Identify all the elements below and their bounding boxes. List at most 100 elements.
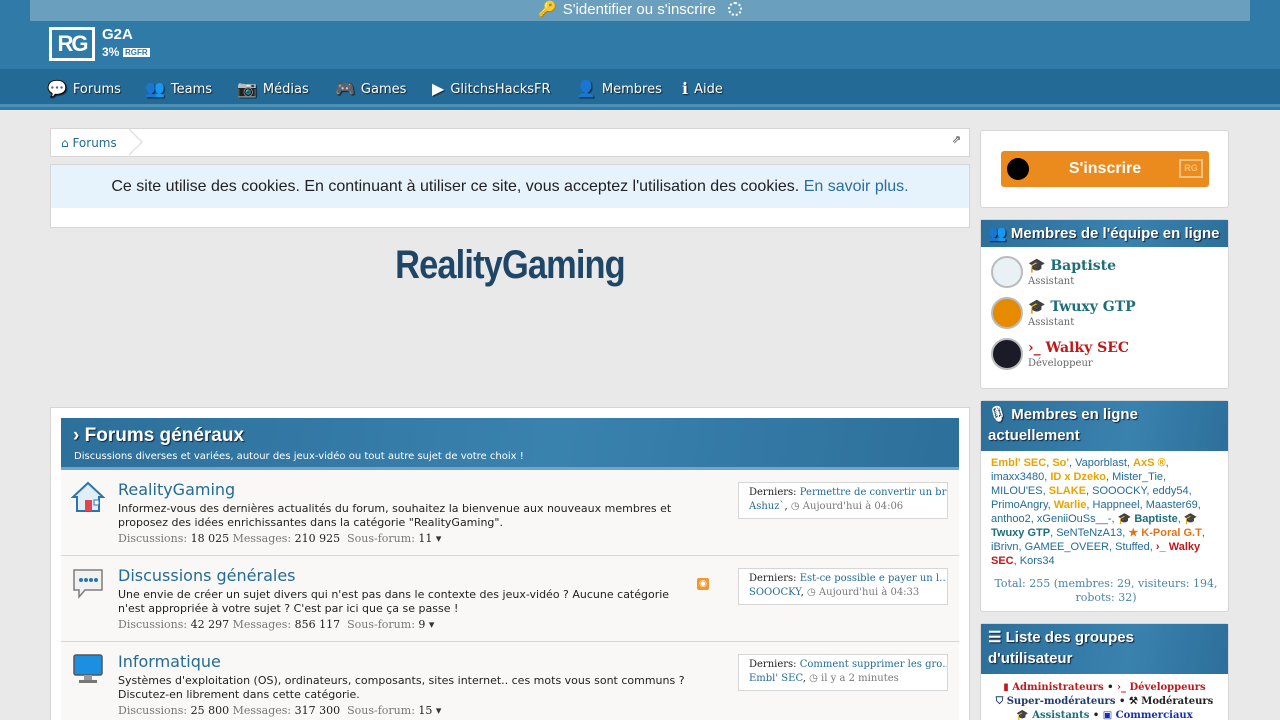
forum-title[interactable]: RealityGaming: [118, 479, 235, 501]
online-member-link[interactable]: anthoo2: [991, 513, 1031, 525]
avatar[interactable]: [991, 256, 1023, 288]
signup-button[interactable]: S'inscrire RG: [1001, 151, 1209, 187]
online-member-link[interactable]: SeNTeNzA13: [1056, 527, 1122, 539]
online-total: Total: 255 (membres: 29, visiteurs: 194,…: [994, 577, 1218, 604]
last-post-user[interactable]: SOOOCKY: [749, 587, 801, 598]
online-member-link[interactable]: MILOU'ES: [991, 485, 1043, 497]
camera-icon: 📷: [237, 79, 257, 98]
staff-online-box: 👥 Membres de l'équipe en ligne 🎓 Baptist…: [980, 219, 1229, 389]
loading-spinner-icon: [727, 2, 742, 16]
group-moderators[interactable]: ⚒ Modérateurs: [1129, 696, 1213, 707]
online-member-link[interactable]: SOOOCKY: [1092, 485, 1146, 497]
online-member-link[interactable]: Happneel: [1093, 499, 1140, 511]
nav-item-forums[interactable]: 💬 Forums: [47, 69, 121, 107]
group-commercial[interactable]: ▣ Commerciaux: [1103, 710, 1193, 720]
nav-label: Membres: [601, 82, 662, 97]
group-assistants[interactable]: 🎓 Assistants: [1016, 710, 1089, 720]
online-member-link[interactable]: Mister_Tie: [1112, 471, 1163, 483]
computer-monitor-icon: [73, 654, 103, 683]
staff-role: Assistant: [1028, 276, 1075, 287]
category-title[interactable]: › Forums généraux: [73, 424, 244, 448]
clock-icon: ◷: [809, 673, 818, 684]
last-post-user[interactable]: Ashuz`: [749, 501, 785, 512]
key-icon: 🔑: [538, 1, 557, 18]
category-description: Discussions diverses et variées, autour …: [74, 451, 524, 462]
caret-down-icon[interactable]: ▾: [436, 704, 442, 717]
login-bar[interactable]: 🔑 S'identifier ou s'inscrire: [30, 0, 1250, 21]
forum-description: Une envie de créer un sujet divers qui n…: [118, 588, 670, 615]
gamepad-icon: 🎮: [335, 79, 355, 98]
last-post: Derniers: Permettre de convertir un br… …: [738, 482, 948, 519]
site-logo[interactable]: RG G2A 3% RGFR: [49, 27, 153, 61]
online-member-link[interactable]: eddy54: [1153, 485, 1189, 497]
logo-mark: RG: [49, 27, 95, 61]
online-member-link[interactable]: SLAKE: [1049, 485, 1086, 497]
signup-box: S'inscrire RG: [980, 130, 1229, 208]
cookie-notice: Ce site utilise des cookies. En continua…: [50, 164, 970, 228]
login-link[interactable]: S'identifier ou s'inscrire: [563, 1, 716, 18]
nav-label: Forums: [72, 82, 121, 97]
nav-item-membres[interactable]: 👤 Membres: [576, 69, 662, 107]
cookie-message: Ce site utilise des cookies. En continua…: [51, 165, 969, 208]
last-post-title[interactable]: Permettre de convertir un br…: [800, 487, 947, 498]
forum-description: Systèmes d'exploitation (OS), ordinateur…: [118, 674, 685, 701]
nav-item-games[interactable]: 🎮 Games: [335, 69, 406, 107]
forum-stats: Discussions: 25 800 Messages: 317 300 So…: [118, 704, 442, 717]
partner-logo: G2A: [102, 26, 133, 43]
online-member-link[interactable]: Embl' SEC: [991, 457, 1046, 469]
nav-item-teams[interactable]: 👥 Teams: [145, 69, 212, 107]
last-post-title[interactable]: Est-ce possible e payer un l…: [800, 573, 947, 584]
online-members-header: 🎙 Membres en ligne actuellement: [981, 401, 1228, 451]
online-member-link[interactable]: AxS ®: [1133, 457, 1166, 469]
forum-title[interactable]: Informatique: [118, 651, 221, 673]
online-member-link[interactable]: Warlie: [1054, 499, 1087, 511]
nav-label: Aide: [694, 82, 723, 97]
online-member-link[interactable]: PrimoAngry: [991, 499, 1048, 511]
nav-item-medias[interactable]: 📷 Médias: [237, 69, 309, 107]
online-member-link[interactable]: ★ K-Poral G.T: [1128, 527, 1201, 539]
forum-row: Informatique Systèmes d'exploitation (OS…: [61, 642, 959, 720]
category-header[interactable]: › Forums généraux Discussions diverses e…: [61, 418, 959, 470]
online-member-link[interactable]: iBrivn: [991, 541, 1019, 553]
external-link-icon[interactable]: ⇗: [952, 133, 961, 146]
user-groups-title: Liste des groupes d'utilisateur: [988, 629, 1134, 667]
group-developers[interactable]: ›_ Développeurs: [1117, 682, 1206, 693]
last-post-time: Aujourd'hui à 04:33: [818, 587, 920, 598]
group-super-moderators[interactable]: ⛉ Super-modérateurs: [996, 696, 1116, 707]
group-administrators[interactable]: ▮ Administrateurs: [1003, 682, 1103, 693]
online-member-link[interactable]: 🎓 Baptiste: [1118, 513, 1178, 525]
comments-icon: 💬: [47, 79, 67, 98]
cookie-more-link[interactable]: En savoir plus.: [804, 178, 909, 195]
nav-item-glitchshacksfr[interactable]: ▶ GlitchsHacksFR: [432, 69, 551, 107]
staff-name[interactable]: ›_ Walky SEC: [1028, 339, 1129, 357]
clock-icon: ◷: [806, 587, 816, 598]
online-member-link[interactable]: So': [1052, 457, 1069, 469]
rss-icon[interactable]: ◉: [697, 578, 709, 590]
forum-title[interactable]: Discussions générales: [118, 565, 296, 587]
partner-discount: 3%: [102, 45, 120, 59]
nav-item-aide[interactable]: ℹ Aide: [682, 69, 723, 107]
last-post-title[interactable]: Comment supprimer les gro…: [800, 659, 947, 670]
caret-down-icon[interactable]: ▾: [436, 532, 442, 545]
staff-name[interactable]: 🎓 Baptiste: [1028, 257, 1116, 275]
site-title: RealityGaming: [395, 243, 626, 287]
online-member-link[interactable]: Stuffed: [1115, 541, 1150, 553]
last-post-user[interactable]: Embl' SEC: [749, 673, 803, 684]
online-member-link[interactable]: Kors34: [1020, 555, 1055, 567]
online-member-link[interactable]: xGeniiOuSs__-: [1037, 513, 1112, 525]
online-member-link[interactable]: imaxx3480: [991, 471, 1044, 483]
online-member-link[interactable]: GAMEE_OVEER: [1025, 541, 1109, 553]
avatar[interactable]: [991, 338, 1023, 370]
online-member-link[interactable]: ID x Dzeko: [1050, 471, 1106, 483]
breadcrumb-item-forums[interactable]: ⌂ Forums: [51, 129, 139, 156]
nav-label: Games: [360, 82, 407, 97]
caret-down-icon[interactable]: ▾: [429, 618, 435, 631]
staff-role: Assistant: [1028, 317, 1075, 328]
avatar[interactable]: [991, 297, 1023, 329]
user-groups-box: ☰ Liste des groupes d'utilisateur ▮ Admi…: [980, 623, 1229, 720]
breadcrumb-label: Forums: [72, 136, 117, 150]
signup-label: S'inscrire: [1068, 160, 1142, 177]
staff-name[interactable]: 🎓 Twuxy GTP: [1028, 298, 1136, 316]
online-member-link[interactable]: Maaster69: [1146, 499, 1198, 511]
online-member-link[interactable]: Vaporblast: [1075, 457, 1127, 469]
